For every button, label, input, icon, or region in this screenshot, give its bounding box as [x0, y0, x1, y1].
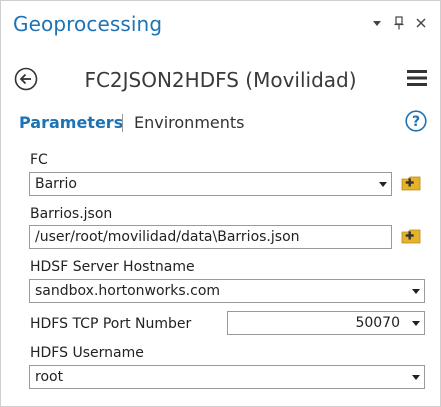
hostname-dropdown[interactable]: sandbox.hortonworks.com [29, 279, 425, 303]
hostname-value: sandbox.hortonworks.com [35, 283, 221, 299]
tab-parameters[interactable]: Parameters [19, 113, 123, 132]
param-label-hostname: HDSF Server Hostname [30, 259, 195, 275]
username-value: root [35, 369, 64, 385]
param-label-port: HDFS TCP Port Number [30, 316, 192, 332]
dropdown-icon[interactable] [371, 16, 383, 30]
pin-icon[interactable] [393, 16, 405, 30]
folder-browse-icon[interactable] [401, 227, 421, 245]
tab-environments[interactable]: Environments [134, 113, 245, 132]
help-icon[interactable]: ? [405, 110, 427, 132]
chevron-down-icon [412, 375, 420, 380]
folder-browse-icon[interactable] [401, 174, 421, 192]
tab-divider [122, 114, 123, 132]
hamburger-menu-icon[interactable] [407, 69, 427, 87]
tabs-bar: Parameters Environments ? [0, 110, 441, 136]
tool-header: FC2JSON2HDFS (Movilidad) [0, 60, 441, 98]
username-dropdown[interactable]: root [29, 365, 425, 389]
barrios-json-input[interactable]: /user/root/movilidad/data\Barrios.json [29, 225, 392, 249]
barrios-json-value: /user/root/movilidad/data\Barrios.json [35, 229, 300, 245]
port-value: 50070 [355, 315, 400, 331]
close-icon[interactable] [415, 16, 427, 30]
pane-titlebar: Geoprocessing [0, 0, 441, 50]
fc-dropdown[interactable]: Barrio [29, 172, 392, 196]
fc-value: Barrio [35, 176, 77, 192]
param-label-barrios-json: Barrios.json [30, 206, 113, 222]
port-number-dropdown[interactable]: 50070 [227, 311, 425, 335]
pane-controls [371, 16, 427, 30]
svg-text:?: ? [412, 114, 420, 130]
chevron-down-icon [412, 321, 420, 326]
chevron-down-icon [379, 182, 387, 187]
chevron-down-icon [412, 289, 420, 294]
tool-title: FC2JSON2HDFS (Movilidad) [84, 68, 357, 92]
pane-title: Geoprocessing [13, 12, 163, 36]
param-label-username: HDFS Username [30, 345, 144, 361]
param-label-fc: FC [30, 152, 48, 168]
